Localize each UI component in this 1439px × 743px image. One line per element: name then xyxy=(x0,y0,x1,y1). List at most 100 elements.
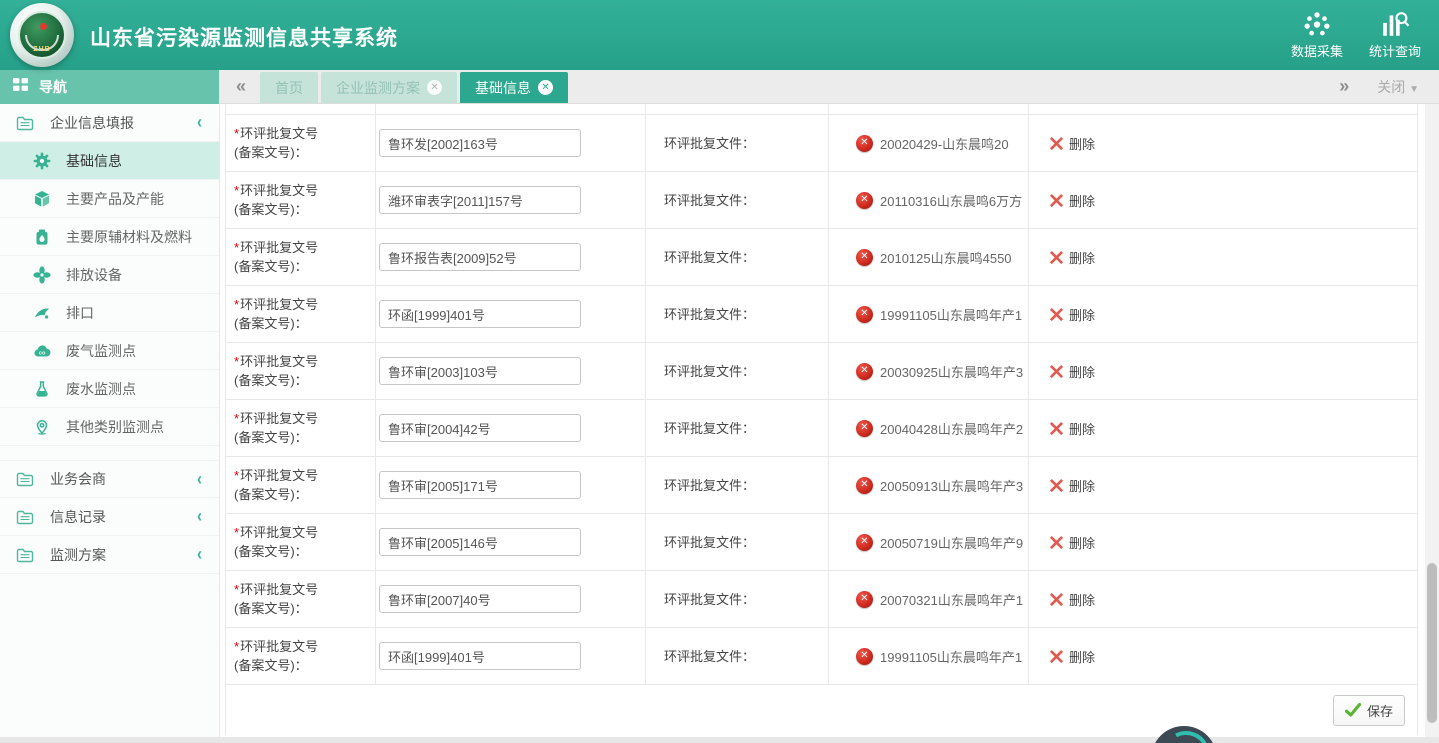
save-button[interactable]: 保存 xyxy=(1333,695,1405,726)
required-mark: * xyxy=(234,183,239,198)
sidebar-item[interactable]: 基础信息 xyxy=(0,142,219,180)
delete-row-button[interactable]: 删除 xyxy=(1049,248,1095,267)
remove-file-icon[interactable]: ✕ xyxy=(856,192,873,209)
sidebar-item[interactable]: 主要原辅材料及燃料 xyxy=(0,218,219,256)
remove-file-icon[interactable]: ✕ xyxy=(856,249,873,266)
remove-file-icon[interactable]: ✕ xyxy=(856,477,873,494)
delete-row-button[interactable]: 删除 xyxy=(1049,476,1095,495)
tab-2[interactable]: 基础信息✕ xyxy=(460,72,568,103)
close-tabs-menu[interactable]: 关闭 ▼ xyxy=(1377,77,1419,97)
tab-label: 首页 xyxy=(275,78,303,98)
chevron-left-icon: ‹ xyxy=(197,506,202,526)
delete-row-button[interactable]: 删除 xyxy=(1049,590,1095,609)
sidebar-item-label: 排放设备 xyxy=(66,265,122,285)
sidebar-item-label: 企业信息填报 xyxy=(50,113,134,133)
remove-file-icon[interactable]: ✕ xyxy=(856,591,873,608)
remove-file-icon[interactable]: ✕ xyxy=(856,135,873,152)
doc-no-input[interactable] xyxy=(379,642,581,670)
file-name: 20030925山东晨鸣年产3 xyxy=(880,362,1023,381)
sidebar-item[interactable]: 信息记录 ‹ xyxy=(0,498,219,536)
sidebar-item[interactable]: 废水监测点 xyxy=(0,370,219,408)
delete-row-button[interactable]: 删除 xyxy=(1049,305,1095,324)
file-label-cell: 环评批复文件： xyxy=(646,400,829,456)
header-action-button[interactable]: 数据采集 xyxy=(1291,8,1343,60)
field-label-cell: *环评批复文号(备案文号)： xyxy=(226,400,376,456)
table-row: *环评批复文号(备案文号)： 环评批复文件： ✕ 20050719山东晨鸣年产9… xyxy=(226,514,1417,571)
delete-x-icon xyxy=(1049,535,1064,550)
required-mark: * xyxy=(234,468,239,483)
remove-file-icon[interactable]: ✕ xyxy=(856,306,873,323)
doc-no-input[interactable] xyxy=(379,528,581,556)
file-cell: ✕ 20110316山东晨鸣6万方 xyxy=(829,172,1029,228)
doc-no-input[interactable] xyxy=(379,357,581,385)
tab-close-icon[interactable]: ✕ xyxy=(538,80,553,95)
delete-row-button[interactable]: 删除 xyxy=(1049,533,1095,552)
delete-x-icon xyxy=(1049,307,1064,322)
remove-file-icon[interactable]: ✕ xyxy=(856,363,873,380)
sidebar-item-label: 主要原辅材料及燃料 xyxy=(66,227,192,247)
tabs-scroll-right-icon[interactable]: » xyxy=(1339,76,1349,97)
approval-doc-table: *环评批复文号(备案文号)： 环评批复文件： ✕ 20020429-山东晨鸣20… xyxy=(225,104,1418,735)
file-cell: ✕ 20050719山东晨鸣年产9 xyxy=(829,514,1029,570)
file-name: 20050913山东晨鸣年产3 xyxy=(880,476,1023,495)
delete-row-button[interactable]: 删除 xyxy=(1049,419,1095,438)
sidebar-item[interactable]: 监测方案‹ xyxy=(0,536,219,574)
delete-row-button[interactable]: 删除 xyxy=(1049,191,1095,210)
pin-icon xyxy=(33,418,51,436)
delete-row-button[interactable]: 删除 xyxy=(1049,647,1095,666)
tab-close-icon[interactable]: ✕ xyxy=(427,80,442,95)
sidebar-item[interactable]: co 废气监测点 xyxy=(0,332,219,370)
doc-no-input[interactable] xyxy=(379,300,581,328)
doc-no-input[interactable] xyxy=(379,471,581,499)
file-label-cell: 环评批复文件： xyxy=(646,115,829,171)
sidebar-item[interactable]: 排口 xyxy=(0,294,219,332)
sidebar-item[interactable]: 其他类别监测点 xyxy=(0,408,219,446)
doc-no-input[interactable] xyxy=(379,414,581,442)
doc-no-cell xyxy=(376,571,646,627)
app-title: 山东省污染源监测信息共享系统 xyxy=(90,22,398,52)
remove-file-icon[interactable]: ✕ xyxy=(856,648,873,665)
tab-0[interactable]: 首页 xyxy=(260,72,318,103)
scrollbar-thumb[interactable] xyxy=(1427,563,1437,723)
delete-cell: 删除 xyxy=(1029,571,1417,627)
remove-file-icon[interactable]: ✕ xyxy=(856,534,873,551)
delete-row-button[interactable]: 删除 xyxy=(1049,134,1095,153)
sidebar-item-label: 业务会商 xyxy=(50,469,106,489)
required-mark: * xyxy=(234,240,239,255)
doc-no-input[interactable] xyxy=(379,186,581,214)
outfall-icon xyxy=(33,304,51,322)
sidebar-item[interactable]: 主要产品及产能 xyxy=(0,180,219,218)
delete-cell: 删除 xyxy=(1029,286,1417,342)
required-mark: * xyxy=(234,582,239,597)
doc-no-input[interactable] xyxy=(379,243,581,271)
file-label-cell: 环评批复文件： xyxy=(646,172,829,228)
file-cell: ✕ 20070321山东晨鸣年产1 xyxy=(829,571,1029,627)
table-row: *环评批复文号(备案文号)： 环评批复文件： ✕ 20070321山东晨鸣年产1… xyxy=(226,571,1417,628)
sidebar-item-label: 其他类别监测点 xyxy=(66,417,164,437)
tabs-scroll-left-icon[interactable]: « xyxy=(220,76,260,103)
remove-file-icon[interactable]: ✕ xyxy=(856,420,873,437)
delete-x-icon xyxy=(1049,193,1064,208)
delete-row-button[interactable]: 删除 xyxy=(1049,362,1095,381)
file-name: 20050719山东晨鸣年产9 xyxy=(880,533,1023,552)
required-mark: * xyxy=(234,639,239,654)
doc-no-input[interactable] xyxy=(379,129,581,157)
vertical-scrollbar[interactable] xyxy=(1425,104,1439,743)
table-row: *环评批复文号(备案文号)： 环评批复文件： ✕ 20020429-山东晨鸣20… xyxy=(226,115,1417,172)
required-mark: * xyxy=(234,126,239,141)
sidebar-item[interactable]: 业务会商 ‹ xyxy=(0,460,219,498)
sidebar-item[interactable]: 排放设备 xyxy=(0,256,219,294)
sidebar-item-label: 信息记录 xyxy=(50,507,106,527)
delete-x-icon xyxy=(1049,136,1064,151)
doc-no-input[interactable] xyxy=(379,585,581,613)
chevron-left-icon: ‹ xyxy=(197,469,202,489)
sidebar-item[interactable]: 企业信息填报‹ xyxy=(0,104,219,142)
doc-no-cell xyxy=(376,628,646,684)
field-label-cell: *环评批复文号(备案文号)： xyxy=(226,514,376,570)
required-mark: * xyxy=(234,354,239,369)
field-label-cell: *环评批复文号(备案文号)： xyxy=(226,172,376,228)
header-action-button[interactable]: 统计查询 xyxy=(1369,8,1421,60)
file-label-cell: 环评批复文件： xyxy=(646,628,829,684)
table-row: *环评批复文号(备案文号)： 环评批复文件： ✕ 20040428山东晨鸣年产2… xyxy=(226,400,1417,457)
tab-1[interactable]: 企业监测方案✕ xyxy=(321,72,457,103)
